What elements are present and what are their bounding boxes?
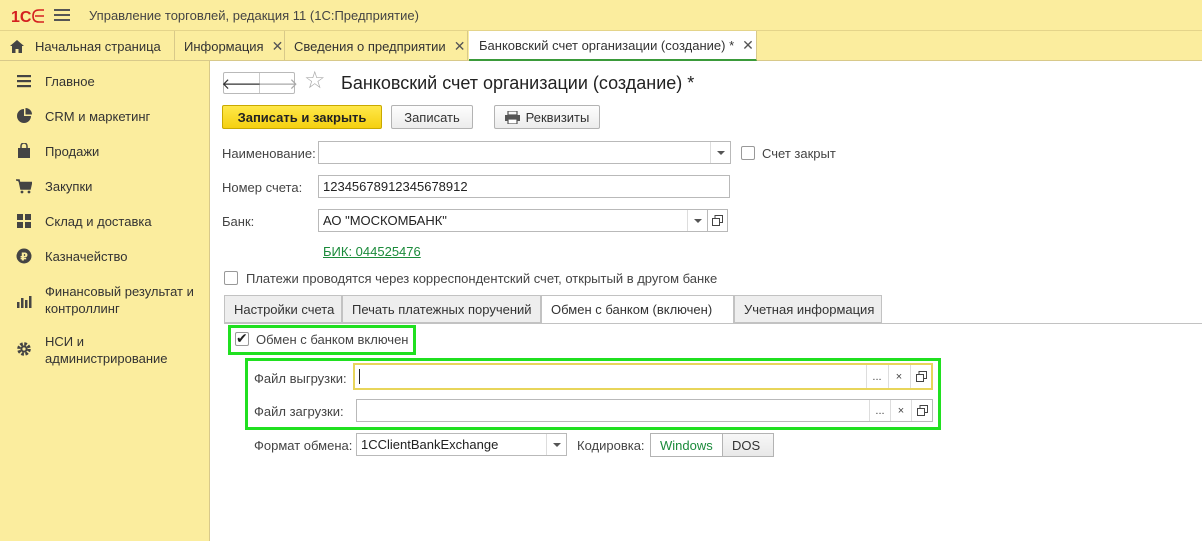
tab-info[interactable]: Информация ✕ <box>176 31 285 61</box>
app-title: Управление торговлей, редакция 11 (1С:Пр… <box>89 8 419 23</box>
cart-icon <box>16 179 32 194</box>
exchange-enabled-label: Обмен с банком включен <box>256 332 409 347</box>
sidebar-item-admin[interactable]: НСИ и администрирование <box>0 333 210 369</box>
tab-bank-exchange[interactable]: Обмен с банком (включен) <box>541 295 734 324</box>
clear-icon[interactable]: × <box>888 365 909 388</box>
close-icon[interactable]: ✕ <box>454 38 466 55</box>
sidebar-item-purchases[interactable]: Закупки <box>0 178 210 198</box>
encoding-dos[interactable]: DOS <box>723 434 773 456</box>
bik-link[interactable]: БИК: 044525476 <box>323 244 421 259</box>
close-icon[interactable]: ✕ <box>272 38 284 55</box>
close-icon[interactable]: ✕ <box>742 37 754 54</box>
text-cursor <box>359 369 360 384</box>
sidebar-item-sales[interactable]: Продажи <box>0 143 210 163</box>
back-arrow-icon[interactable]: 🡐 <box>221 73 262 93</box>
account-number-label: Номер счета: <box>222 180 303 195</box>
sidebar-item-main[interactable]: Главное <box>0 73 210 93</box>
save-button[interactable]: Записать <box>391 105 473 129</box>
tab-divider <box>224 323 1202 324</box>
encoding-toggle: Windows DOS <box>650 433 774 457</box>
account-closed-checkbox[interactable] <box>741 146 755 160</box>
tab-account-settings[interactable]: Настройки счета <box>224 295 342 323</box>
svg-text:₽: ₽ <box>20 250 28 263</box>
name-input[interactable] <box>318 141 731 164</box>
bar-chart-icon <box>17 296 32 308</box>
tab-label: Начальная страница <box>35 38 161 54</box>
open-bank-button[interactable] <box>707 209 728 232</box>
button-label: Реквизиты <box>525 109 590 125</box>
encoding-label: Кодировка: <box>577 438 645 453</box>
sidebar-item-crm[interactable]: CRM и маркетинг <box>0 108 210 128</box>
exchange-format-select[interactable]: 1CClientBankExchange <box>356 433 567 456</box>
sidebar: Главное CRM и маркетинг Продажи Закупки … <box>0 61 210 541</box>
tab-label: Информация <box>184 38 264 54</box>
form-area: 🡐 🡒 ☆ Банковский счет организации (созда… <box>211 61 1202 541</box>
shopping-bag-icon <box>18 143 30 158</box>
gear-icon <box>17 342 31 356</box>
forward-arrow-icon[interactable]: 🡒 <box>258 73 298 93</box>
bank-input[interactable]: АО "МОСКОМБАНК" <box>318 209 708 232</box>
dropdown-arrow-icon[interactable] <box>687 210 707 231</box>
1c-logo[interactable]: 1C <box>11 7 45 25</box>
sidebar-item-treasury[interactable]: ₽ Казначейство <box>0 248 210 268</box>
correspondent-account-label: Платежи проводятся через корреспондентск… <box>246 271 718 286</box>
open-tabs-bar: Начальная страница Информация ✕ Сведения… <box>0 31 1202 61</box>
download-file-input[interactable]: ... × <box>356 399 933 422</box>
tab-accounting-info[interactable]: Учетная информация <box>734 295 882 323</box>
tab-bank-account[interactable]: Банковский счет организации (создание) *… <box>469 31 757 61</box>
tab-label: Банковский счет организации (создание) * <box>479 37 735 53</box>
title-bar: 1C Управление торговлей, редакция 11 (1С… <box>0 0 1202 31</box>
encoding-windows[interactable]: Windows <box>651 434 723 456</box>
svg-text:1C: 1C <box>11 9 32 25</box>
printer-icon <box>504 110 520 124</box>
list-icon <box>17 75 31 88</box>
page-title: Банковский счет организации (создание) * <box>341 73 695 93</box>
account-closed-label: Счет закрыт <box>762 146 836 161</box>
history-nav: 🡐 🡒 <box>221 72 298 94</box>
correspondent-account-checkbox[interactable] <box>224 271 238 285</box>
dropdown-arrow-icon[interactable] <box>710 142 730 163</box>
exchange-enabled-checkbox[interactable] <box>235 330 249 347</box>
tab-home[interactable]: Начальная страница <box>0 31 175 61</box>
bank-label: Банк: <box>222 214 255 229</box>
tab-label: Сведения о предприятии <box>294 38 446 54</box>
tab-payment-print[interactable]: Печать платежных поручений <box>342 295 541 323</box>
upload-file-label: Файл выгрузки: <box>254 371 347 386</box>
dropdown-arrow-icon[interactable] <box>546 434 566 455</box>
save-and-close-button[interactable]: Записать и закрыть <box>222 105 382 129</box>
open-window-icon <box>712 215 723 226</box>
exchange-format-label: Формат обмена: <box>254 438 353 453</box>
main-menu-icon[interactable] <box>54 9 70 22</box>
pie-chart-icon <box>17 108 32 123</box>
sidebar-item-finance[interactable]: Финансовый результат и контроллинг <box>0 283 210 319</box>
clear-icon[interactable]: × <box>890 400 911 421</box>
grid-icon <box>17 214 31 228</box>
download-file-label: Файл загрузки: <box>254 404 344 419</box>
select-file-button[interactable]: ... <box>866 365 887 388</box>
select-file-button[interactable]: ... <box>869 400 890 421</box>
favorite-star-icon[interactable]: ☆ <box>304 69 326 93</box>
ruble-coin-icon: ₽ <box>16 248 32 264</box>
open-window-icon[interactable] <box>910 365 931 388</box>
open-window-icon[interactable] <box>911 400 932 421</box>
home-icon <box>10 39 24 53</box>
sidebar-item-warehouse[interactable]: Склад и доставка <box>0 213 210 233</box>
account-number-input[interactable]: 12345678912345678912 <box>318 175 730 198</box>
upload-file-input[interactable]: ... × <box>353 363 933 390</box>
tab-company-info[interactable]: Сведения о предприятии ✕ <box>286 31 468 61</box>
requisites-button[interactable]: Реквизиты <box>494 105 600 129</box>
name-label: Наименование: <box>222 146 316 161</box>
